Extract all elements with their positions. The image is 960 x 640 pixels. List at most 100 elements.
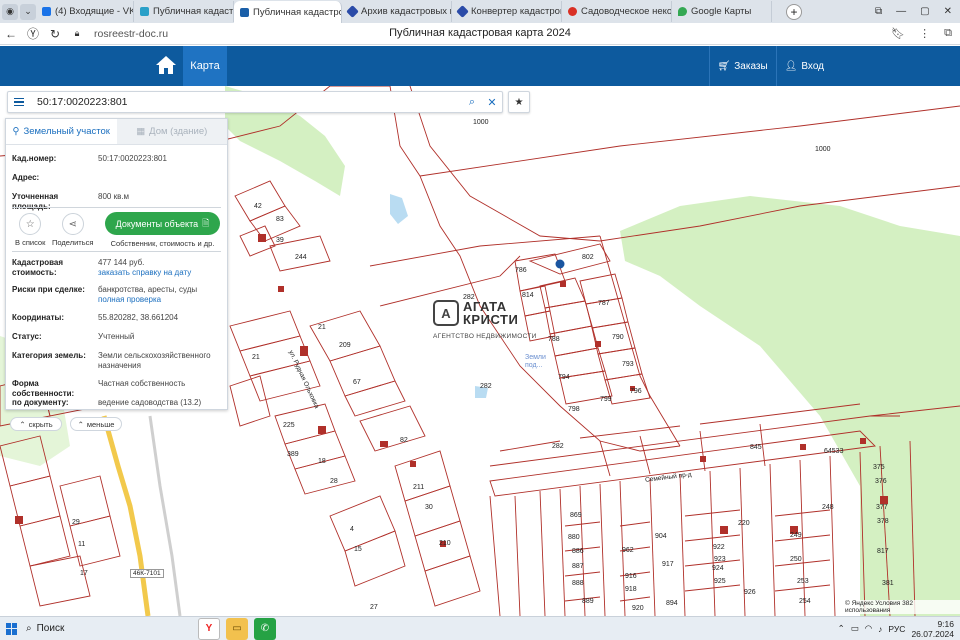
search-box: ⌕ ✕	[7, 91, 503, 113]
maximize-icon[interactable]: ▢	[920, 6, 929, 17]
chevron-up-icon[interactable]: ⌃	[838, 623, 845, 634]
parcel-label: 15	[354, 546, 362, 553]
field-value: 477 144 руб.	[98, 258, 145, 267]
parcel-label: 39	[276, 237, 284, 244]
field-label: Риски при сделке:	[12, 285, 85, 294]
yandex-icon[interactable]: Ⓨ	[22, 25, 44, 42]
orders-button[interactable]: 🛒︎ Заказы	[708, 46, 776, 86]
login-button[interactable]: 👤︎ Вход	[775, 46, 832, 86]
menu-icon[interactable]	[8, 92, 30, 112]
watermark-subtitle: АГЕНТСТВО НЕДВИЖИМОСТИ	[433, 333, 537, 340]
parcel-label: 389	[287, 451, 299, 458]
more-icon[interactable]: ⋮	[919, 27, 930, 40]
parcel-label: 814	[522, 292, 534, 299]
chevron-up-icon: ⌃	[19, 419, 26, 429]
home-icon[interactable]	[154, 54, 178, 76]
whatsapp-icon[interactable]: ✆	[254, 617, 276, 640]
address-bar: ← Ⓨ ↻ 🔒︎ rosreestr-doc.ru Публичная када…	[0, 23, 960, 45]
search-input[interactable]	[30, 96, 462, 108]
parcel-label: 67	[353, 379, 361, 386]
user-location-icon: ⚲	[12, 126, 20, 137]
browser-tab[interactable]: Конвертер кадастров	[452, 1, 562, 22]
orders-label: Заказы	[734, 60, 768, 72]
favorites-star-icon[interactable]: ★	[508, 91, 530, 113]
cadastral-number-link[interactable]: 50:17:0020223:801	[98, 154, 167, 164]
order-certificate-link[interactable]: заказать справку на дату	[98, 268, 191, 277]
extensions-icon[interactable]: ⧉	[944, 27, 952, 40]
wifi-icon[interactable]: ◠	[865, 623, 872, 634]
bookmark-icon[interactable]: 🔖︎	[891, 27, 905, 40]
parcel-label: 28	[330, 478, 338, 485]
browser-tab[interactable]: Архив кадастровых п	[342, 1, 452, 22]
parcel-label: 225	[283, 422, 295, 429]
chevron-up-icon: ⌃	[77, 419, 84, 429]
language-indicator[interactable]: РУС	[888, 624, 905, 634]
browser-tab[interactable]: (4) Входящие - VK Wo	[36, 1, 134, 22]
tab-list-icon[interactable]: ⌄	[20, 3, 36, 20]
tab-label: Публичная кадастро	[253, 6, 342, 18]
volume-icon[interactable]: ♪	[878, 624, 882, 634]
screen: ◉ ⌄ (4) Входящие - VK Wo Публичная кадас…	[0, 0, 960, 640]
less-button[interactable]: ⌃ меньше	[70, 417, 122, 431]
search-label: Поиск	[36, 623, 65, 634]
map-attribution[interactable]: © Яндекс Условия 382 использования	[845, 600, 960, 614]
network-icon[interactable]: ▭	[851, 623, 859, 634]
red-dot-icon	[568, 7, 577, 16]
divider	[12, 207, 221, 208]
road	[101, 415, 151, 616]
clock[interactable]: 9:16 26.07.2024	[911, 619, 954, 639]
parcel-label: 869	[570, 512, 582, 519]
parcel-label: 378	[877, 518, 889, 525]
yandex-browser-icon[interactable]: Y	[198, 617, 220, 640]
app-header: Карта 🛒︎ Заказы 👤︎ Вход	[0, 46, 960, 86]
parcel-label: 29	[72, 519, 80, 526]
parcel-label: 802	[582, 254, 594, 261]
field-label: Адрес:	[12, 173, 40, 182]
add-to-list-button[interactable]: ☆ В список	[15, 213, 45, 247]
taskbar-search[interactable]: ⌕ Поиск	[26, 623, 176, 634]
browser-tab[interactable]: Google Карты	[672, 1, 772, 22]
vk-mail-icon	[42, 7, 51, 16]
hide-button[interactable]: ⌃ скрыть	[10, 417, 62, 431]
profile-icon[interactable]: ◉	[2, 3, 18, 20]
share-button[interactable]: ⋖ Поделиться	[52, 213, 93, 247]
parcel-label: 248	[822, 504, 834, 511]
url-field[interactable]: rosreestr-doc.ru	[94, 28, 168, 40]
tab-land-plot[interactable]: ⚲ Земельный участок	[6, 119, 117, 144]
pin-icon[interactable]: ⧉	[875, 6, 882, 17]
field-value: Земли сельскохозяйственного	[98, 351, 211, 360]
file-explorer-icon[interactable]: ▭	[226, 617, 248, 640]
back-icon[interactable]: ←	[0, 27, 22, 41]
field-value: 800 кв.м	[98, 192, 130, 201]
button-label: скрыть	[28, 419, 53, 429]
field-value: Частная собственность	[98, 379, 186, 388]
tab-label: Архив кадастровых п	[361, 6, 452, 17]
search-icon[interactable]: ⌕	[462, 96, 482, 109]
ownership-row: Форма собственности: Частная собственнос…	[12, 379, 221, 399]
new-tab-icon[interactable]: +	[786, 3, 802, 20]
field-label: Координаты:	[12, 313, 65, 322]
star-icon: ☆	[19, 213, 42, 235]
windows-start-icon[interactable]	[6, 622, 18, 635]
reload-icon[interactable]: ↻	[44, 27, 66, 41]
tab-building[interactable]: ▦ Дом (здание)	[116, 119, 227, 144]
clear-icon[interactable]: ✕	[482, 96, 502, 109]
object-documents-button[interactable]: Документы объекта 🗎︎	[105, 212, 220, 235]
tab-label: Садоводческое неко	[581, 6, 672, 17]
browser-tab[interactable]: Садоводческое неко	[562, 1, 672, 22]
tab-label: Земельный участок	[23, 126, 110, 137]
parcel-label: 220	[738, 520, 750, 527]
browser-tab-active[interactable]: Публичная кадастро ✕	[234, 1, 342, 23]
parcel-label: 918	[625, 586, 637, 593]
diamond-icon	[346, 5, 359, 18]
close-icon[interactable]: ✕	[944, 6, 952, 17]
full-check-link[interactable]: полная проверка	[98, 295, 161, 304]
field-value: ведение садоводства (13.2)	[98, 398, 202, 407]
parcel-label: 1000	[815, 146, 831, 153]
browser-tab[interactable]: Публичная кадастров	[134, 1, 234, 22]
parcel-label: 30	[425, 504, 433, 511]
minimize-icon[interactable]: —	[896, 6, 906, 17]
tab-map[interactable]: Карта	[183, 46, 227, 86]
parcel-label: 17	[80, 570, 88, 577]
parcel-label: 377	[876, 504, 888, 511]
